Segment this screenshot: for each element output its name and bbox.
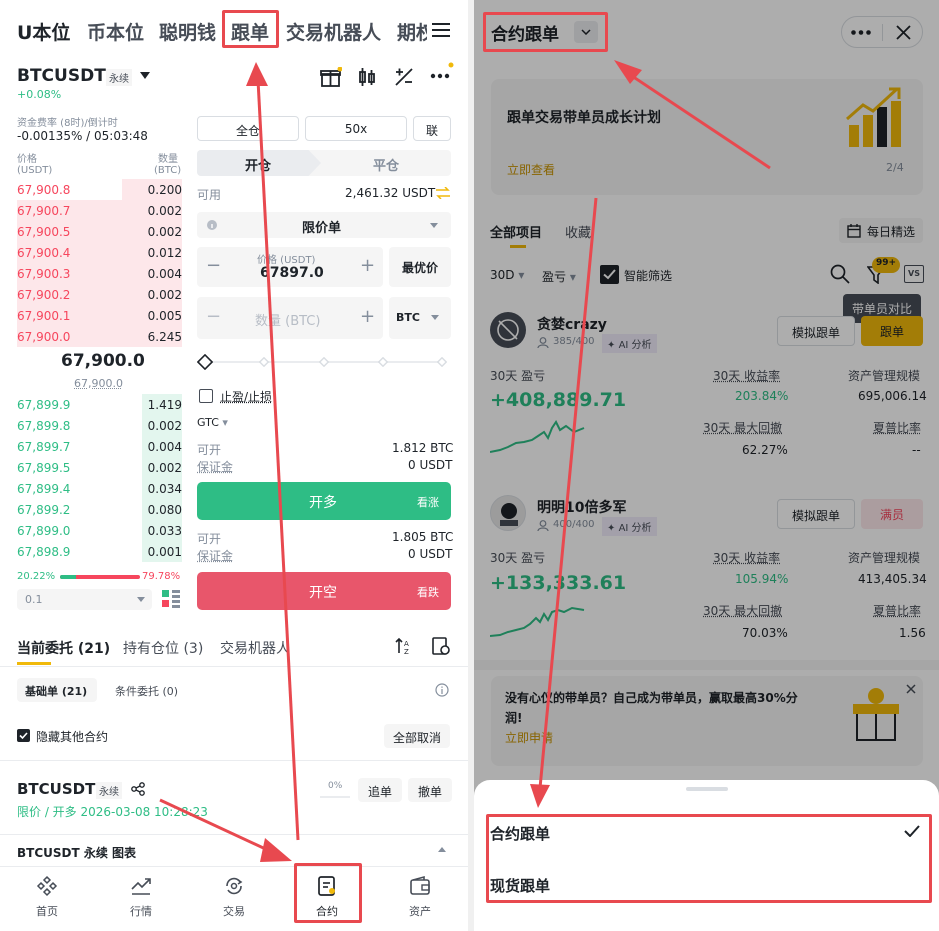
annotation-arrows [530, 60, 771, 808]
futures-trade-screen: U本位 币本位 聪明钱 跟单 交易机器人 期权 BTCUSDT 永续 +0.08… [0, 0, 468, 931]
copy-trading-screen: 合约跟单 跟单交易带单员成长计划 立即查看 2/4 全部项目 收藏 每日精选 3… [474, 0, 939, 931]
annotation-arrows [159, 62, 300, 862]
